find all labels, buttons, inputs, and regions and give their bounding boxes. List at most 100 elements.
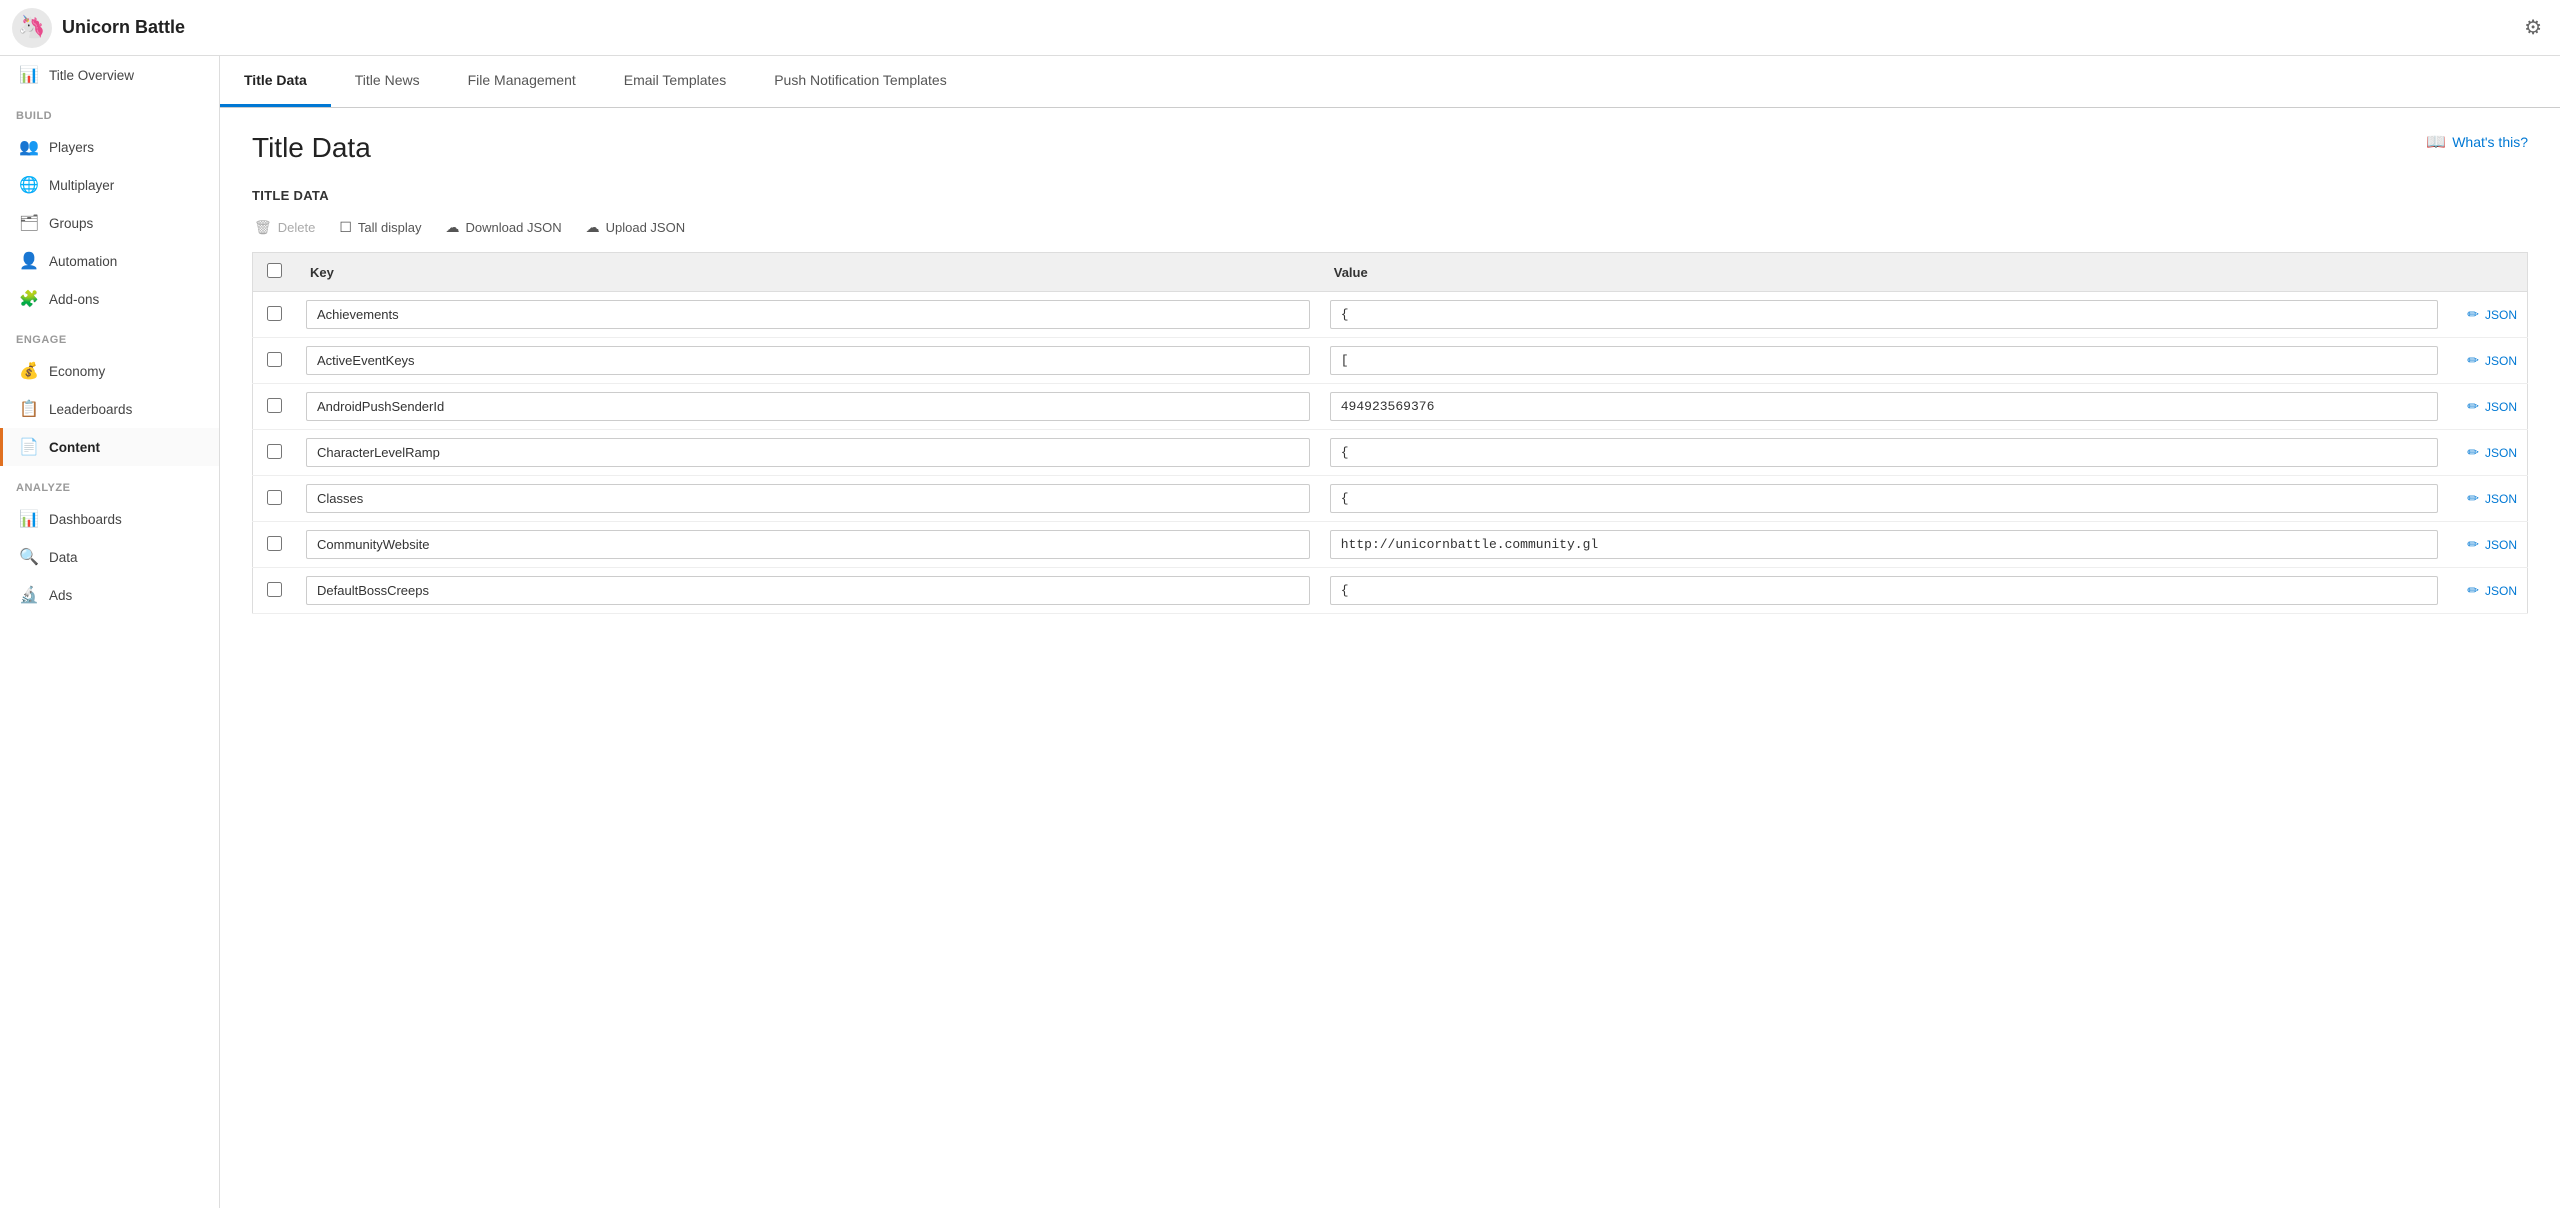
- value-cell: [1320, 476, 2448, 522]
- value-cell: [1320, 430, 2448, 476]
- sidebar-item-dashboards[interactable]: 📊 Dashboards: [0, 500, 219, 538]
- edit-icon[interactable]: ✏: [2467, 536, 2479, 552]
- data-icon: 🔍: [19, 547, 39, 567]
- leaderboards-icon: 📋: [19, 399, 39, 419]
- json-button[interactable]: JSON: [2485, 400, 2517, 414]
- table-row: ✏ JSON: [253, 292, 2528, 338]
- tab-file-management[interactable]: File Management: [444, 56, 600, 107]
- sidebar-item-addons[interactable]: 🧩 Add-ons: [0, 280, 219, 318]
- key-cell: [296, 522, 1320, 568]
- sidebar-item-multiplayer[interactable]: 🌐 Multiplayer: [0, 166, 219, 204]
- key-input[interactable]: [306, 484, 1310, 513]
- key-input[interactable]: [306, 530, 1310, 559]
- value-input[interactable]: [1330, 576, 2438, 605]
- row-checkbox-cell: [253, 338, 297, 384]
- tall-display-button[interactable]: ☐ Tall display: [337, 215, 423, 240]
- sidebar-item-groups[interactable]: 🗂 Groups: [0, 204, 219, 242]
- edit-icon[interactable]: ✏: [2467, 398, 2479, 414]
- upload-json-button[interactable]: ☁ Upload JSON: [584, 215, 687, 240]
- actions-cell: ✏ JSON: [2448, 476, 2528, 522]
- sidebar-item-content[interactable]: 📄 Content: [0, 428, 219, 466]
- tab-email-templates[interactable]: Email Templates: [600, 56, 750, 107]
- tab-title-data[interactable]: Title Data: [220, 56, 331, 107]
- value-cell: [1320, 568, 2448, 614]
- actions-column-header: [2448, 253, 2528, 292]
- delete-button[interactable]: 🗑 Delete: [252, 215, 317, 240]
- json-button[interactable]: JSON: [2485, 354, 2517, 368]
- row-checkbox[interactable]: [267, 306, 282, 321]
- actions-cell: ✏ JSON: [2448, 292, 2528, 338]
- table-row: ✏ JSON: [253, 384, 2528, 430]
- value-input[interactable]: [1330, 346, 2438, 375]
- edit-icon[interactable]: ✏: [2467, 306, 2479, 322]
- row-checkbox[interactable]: [267, 536, 282, 551]
- table-row: ✏ JSON: [253, 522, 2528, 568]
- key-input[interactable]: [306, 576, 1310, 605]
- sidebar-groups-label: Groups: [49, 216, 93, 231]
- sidebar-item-data[interactable]: 🔍 Data: [0, 538, 219, 576]
- sidebar-section-build: BUILD: [0, 94, 219, 128]
- key-input[interactable]: [306, 300, 1310, 329]
- table-body: ✏ JSON ✏ JSON ✏ JSON: [253, 292, 2528, 614]
- players-icon: 👥: [19, 137, 39, 157]
- sidebar-item-ads[interactable]: 🔬 Ads: [0, 576, 219, 614]
- section-heading: TITLE DATA: [252, 188, 2528, 203]
- edit-icon[interactable]: ✏: [2467, 352, 2479, 368]
- actions-cell: ✏ JSON: [2448, 522, 2528, 568]
- book-icon: 📖: [2426, 132, 2446, 152]
- key-input[interactable]: [306, 438, 1310, 467]
- tab-title-news[interactable]: Title News: [331, 56, 444, 107]
- value-input[interactable]: [1330, 438, 2438, 467]
- value-input[interactable]: [1330, 530, 2438, 559]
- row-checkbox[interactable]: [267, 352, 282, 367]
- edit-icon[interactable]: ✏: [2467, 444, 2479, 460]
- download-icon: ☁: [446, 219, 460, 236]
- sidebar: 📊 Title Overview BUILD 👥 Players 🌐 Multi…: [0, 56, 220, 1208]
- tall-display-icon: ☐: [339, 219, 352, 236]
- table-row: ✏ JSON: [253, 430, 2528, 476]
- whats-this-link[interactable]: 📖 What's this?: [2426, 132, 2528, 152]
- value-input[interactable]: [1330, 392, 2438, 421]
- json-button[interactable]: JSON: [2485, 492, 2517, 506]
- dashboards-icon: 📊: [19, 509, 39, 529]
- key-input[interactable]: [306, 346, 1310, 375]
- download-json-button[interactable]: ☁ Download JSON: [444, 215, 564, 240]
- row-checkbox[interactable]: [267, 582, 282, 597]
- sidebar-item-economy[interactable]: 💰 Economy: [0, 352, 219, 390]
- bar-chart-icon: 📊: [19, 65, 39, 85]
- value-cell: [1320, 292, 2448, 338]
- table-row: ✏ JSON: [253, 476, 2528, 522]
- json-button[interactable]: JSON: [2485, 538, 2517, 552]
- sidebar-dashboards-label: Dashboards: [49, 512, 122, 527]
- select-all-checkbox[interactable]: [267, 263, 282, 278]
- sidebar-item-players[interactable]: 👥 Players: [0, 128, 219, 166]
- edit-icon[interactable]: ✏: [2467, 490, 2479, 506]
- edit-icon[interactable]: ✏: [2467, 582, 2479, 598]
- json-button[interactable]: JSON: [2485, 446, 2517, 460]
- row-checkbox-cell: [253, 430, 297, 476]
- value-input[interactable]: [1330, 484, 2438, 513]
- groups-icon: 🗂: [19, 213, 39, 233]
- key-column-header: Key: [296, 253, 1320, 292]
- row-checkbox[interactable]: [267, 398, 282, 413]
- sidebar-economy-label: Economy: [49, 364, 105, 379]
- main-layout: 📊 Title Overview BUILD 👥 Players 🌐 Multi…: [0, 56, 2560, 1208]
- sidebar-item-leaderboards[interactable]: 📋 Leaderboards: [0, 390, 219, 428]
- sidebar-section-analyze: ANALYZE: [0, 466, 219, 500]
- content-icon: 📄: [19, 437, 39, 457]
- tab-push-notification-templates[interactable]: Push Notification Templates: [750, 56, 971, 107]
- value-input[interactable]: [1330, 300, 2438, 329]
- sidebar-players-label: Players: [49, 140, 94, 155]
- json-button[interactable]: JSON: [2485, 584, 2517, 598]
- download-json-label: Download JSON: [466, 220, 562, 235]
- sidebar-item-automation[interactable]: 👤 Automation: [0, 242, 219, 280]
- delete-label: Delete: [278, 220, 316, 235]
- key-input[interactable]: [306, 392, 1310, 421]
- row-checkbox-cell: [253, 384, 297, 430]
- value-cell: [1320, 338, 2448, 384]
- settings-icon[interactable]: ⚙: [2518, 9, 2548, 46]
- json-button[interactable]: JSON: [2485, 308, 2517, 322]
- row-checkbox[interactable]: [267, 490, 282, 505]
- sidebar-item-title-overview[interactable]: 📊 Title Overview: [0, 56, 219, 94]
- row-checkbox[interactable]: [267, 444, 282, 459]
